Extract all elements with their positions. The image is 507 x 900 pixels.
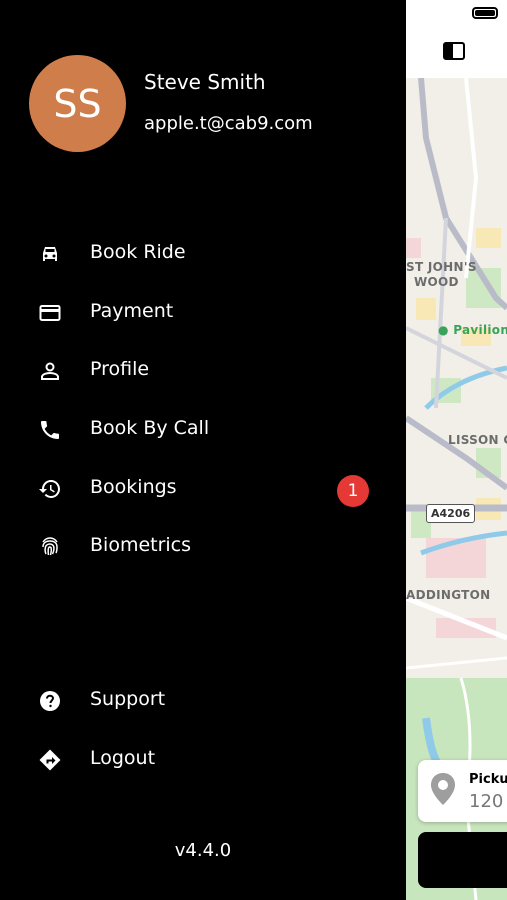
phone-icon (41, 421, 59, 439)
map-label: LISSON GR (448, 433, 507, 447)
credit-card-icon (39, 305, 61, 321)
road-tag: A4206 (426, 504, 476, 523)
menu-item-profile[interactable]: Profile (0, 345, 406, 395)
car-icon (43, 247, 57, 261)
directions-icon (39, 749, 61, 771)
menu-item-book-ride[interactable]: Book Ride (0, 228, 406, 278)
confirm-button[interactable] (418, 832, 507, 888)
park-icon: ● (438, 323, 449, 337)
user-name: Steve Smith (144, 70, 266, 94)
navigation-drawer: SS Steve Smith apple.t@cab9.com Book Rid… (0, 0, 406, 900)
menu-item-bookings[interactable]: Bookings 1 (0, 463, 406, 513)
menu-label: Logout (90, 747, 156, 769)
pickup-title: Pickup (469, 772, 507, 787)
map-label: ● Pavilion (438, 323, 507, 337)
sidebar-toggle-icon[interactable] (443, 42, 465, 60)
app-version: v4.4.0 (174, 840, 232, 861)
menu-label: Payment (90, 300, 174, 322)
menu-item-book-by-call[interactable]: Book By Call (0, 404, 406, 454)
location-pin-icon (431, 773, 455, 805)
menu-item-biometrics[interactable]: Biometrics (0, 521, 406, 571)
menu-label: Profile (90, 358, 150, 380)
map-label: ST JOHN'S (406, 260, 477, 274)
map-label: WOOD (414, 275, 459, 289)
battery-icon (472, 7, 498, 19)
pickup-card[interactable]: Pickup 120 (418, 760, 507, 822)
menu-item-logout[interactable]: Logout (0, 734, 406, 784)
map-view[interactable]: ST JOHN'S WOOD ● Pavilion LISSON GR A420… (406, 0, 507, 900)
avatar[interactable]: SS (29, 55, 126, 152)
help-icon (40, 691, 60, 711)
menu-label: Bookings (90, 476, 177, 498)
menu-label: Biometrics (90, 534, 192, 556)
menu-item-support[interactable]: Support (0, 675, 406, 725)
user-email: apple.t@cab9.com (144, 113, 313, 134)
menu-label: Book By Call (90, 417, 210, 439)
menu-label: Support (90, 688, 166, 710)
history-icon (39, 480, 60, 498)
menu-label: Book Ride (90, 241, 186, 263)
menu-item-payment[interactable]: Payment (0, 287, 406, 337)
person-icon (41, 362, 59, 380)
map-label: ADDINGTON (406, 588, 491, 602)
bookings-badge: 1 (337, 475, 369, 507)
fingerprint-icon (42, 537, 58, 556)
pickup-address: 120 (469, 791, 504, 812)
map-header (406, 0, 507, 78)
